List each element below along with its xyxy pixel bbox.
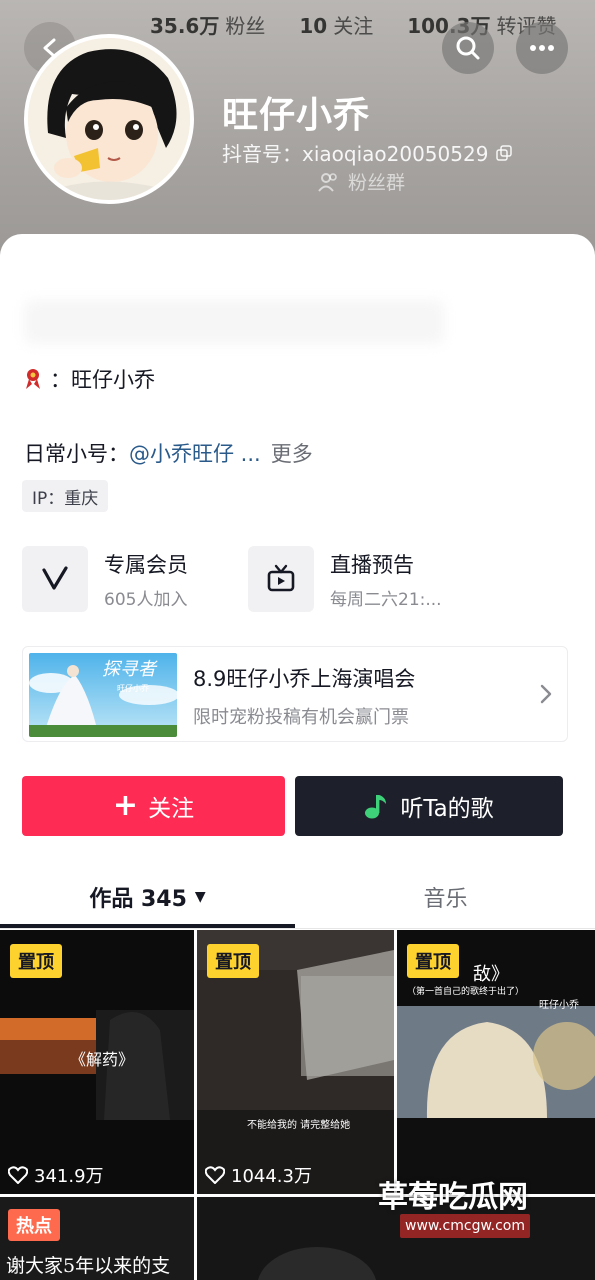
tab-divider bbox=[0, 928, 595, 929]
concert-poster: 探寻者 旺仔小乔 bbox=[29, 653, 177, 737]
bio-line-2: 日常小号：@小乔旺仔 ... 更多 bbox=[24, 438, 313, 468]
service-live[interactable]: 直播预告 每周二六21:... bbox=[248, 546, 442, 612]
douyin-id[interactable]: 抖音号：xiaoqiao20050529 bbox=[222, 138, 513, 167]
more-button[interactable] bbox=[516, 22, 568, 74]
pinned-badge: 置顶 bbox=[10, 944, 62, 978]
search-icon bbox=[456, 36, 480, 60]
heart-icon bbox=[205, 1166, 225, 1184]
listen-label: 听Ta的歌 bbox=[400, 796, 494, 822]
mention-link[interactable]: @小乔旺仔 ... bbox=[129, 442, 261, 466]
stat-following[interactable]: 10 关注 bbox=[299, 10, 373, 39]
service-vip[interactable]: 专属会员 605人加入 bbox=[22, 546, 188, 612]
follow-button[interactable]: + 关注 bbox=[22, 776, 285, 836]
service-live-title: 直播预告 bbox=[330, 552, 414, 577]
concert-title: 8.9旺仔小乔上海演唱会 bbox=[193, 667, 416, 691]
heart-icon bbox=[8, 1166, 28, 1184]
tab-music[interactable]: 音乐 bbox=[298, 866, 593, 928]
bio-line-1: ：旺仔小乔 bbox=[24, 364, 155, 394]
ip-location-tag: IP：重庆 bbox=[22, 480, 109, 512]
avatar-cartoon-girl bbox=[28, 38, 190, 200]
copy-icon[interactable] bbox=[496, 144, 513, 161]
caret-down-icon: ▼ bbox=[194, 889, 206, 905]
v-icon bbox=[42, 566, 68, 590]
bio-line-2-prefix: 日常小号： bbox=[24, 442, 129, 466]
service-vip-title: 专属会员 bbox=[104, 552, 188, 577]
users-icon bbox=[318, 172, 337, 192]
listen-songs-button[interactable]: 听Ta的歌 bbox=[295, 776, 563, 836]
video-caption: 敌》 bbox=[473, 964, 509, 985]
chevron-right-icon bbox=[540, 684, 552, 704]
concert-card[interactable]: 探寻者 旺仔小乔 8.9旺仔小乔上海演唱会 限时宠粉投稿有机会赢门票 bbox=[22, 646, 568, 742]
profile-stats: 35.6万粉丝 10关注 100.3万转评赞 bbox=[150, 10, 556, 39]
bio-more-link[interactable]: 更多 bbox=[271, 442, 313, 466]
video-thumb[interactable]: 置顶 敌》 （第一首自己的歌终于出了） 旺仔小乔 bbox=[397, 930, 595, 1194]
concert-subtitle: 限时宠粉投稿有机会赢门票 bbox=[193, 707, 409, 728]
video-thumb[interactable]: 置顶 《解药》 341.9万 bbox=[0, 930, 194, 1194]
pinned-badge: 置顶 bbox=[207, 944, 259, 978]
tv-icon bbox=[267, 564, 295, 592]
more-dots-icon bbox=[530, 45, 554, 51]
service-vip-sub: 605人加入 bbox=[104, 589, 188, 610]
vip-icon-box bbox=[22, 546, 88, 612]
like-count: 341.9万 bbox=[8, 1162, 104, 1188]
fans-group-link[interactable]: 粉丝群 bbox=[318, 168, 405, 195]
video-caption-sub: （第一首自己的歌终于出了） bbox=[407, 987, 525, 997]
video-caption: 不能给我的 请完整给她 bbox=[247, 1120, 351, 1131]
video-thumb[interactable]: 热点 谢大家5年以来的支 bbox=[0, 1197, 194, 1280]
live-icon-box bbox=[248, 546, 314, 612]
tab-music-label: 音乐 bbox=[423, 887, 468, 912]
tab-works-label: 作品 345 bbox=[89, 887, 187, 912]
douyin-id-text: 抖音号：xiaoqiao20050529 bbox=[222, 142, 489, 166]
content-tabs: 作品 345 ▼ 音乐 bbox=[0, 866, 595, 928]
nickname: 旺仔小乔 bbox=[222, 95, 371, 136]
video-caption-author: 旺仔小乔 bbox=[539, 1000, 579, 1011]
site-watermark-url: www.cmcgw.com bbox=[400, 1214, 530, 1238]
plus-icon: + bbox=[112, 788, 139, 823]
site-watermark: 草莓吃瓜网 bbox=[378, 1180, 528, 1215]
poster-sub: 旺仔小乔 bbox=[117, 683, 149, 693]
blurred-text bbox=[24, 300, 444, 344]
like-count: 1044.3万 bbox=[205, 1162, 312, 1188]
search-button[interactable] bbox=[442, 22, 494, 74]
like-count-value: 1044.3万 bbox=[231, 1166, 312, 1187]
ribbon-icon bbox=[26, 369, 40, 389]
profile-header: 35.6万粉丝 10关注 100.3万转评赞 bbox=[0, 0, 595, 260]
video-thumb[interactable]: 置顶 不能给我的 请完整给她 1044.3万 bbox=[197, 930, 394, 1194]
avatar[interactable] bbox=[24, 34, 194, 204]
concert-poster-art: 探寻者 旺仔小乔 bbox=[29, 653, 177, 737]
follow-label: 关注 bbox=[148, 796, 195, 822]
stat-fans[interactable]: 35.6万 粉丝 bbox=[150, 10, 265, 39]
fans-group-label: 粉丝群 bbox=[348, 172, 406, 194]
bio-line-1-text: ：旺仔小乔 bbox=[50, 368, 155, 392]
hot-badge: 热点 bbox=[8, 1209, 60, 1241]
music-note-icon bbox=[365, 795, 387, 819]
like-count-value: 341.9万 bbox=[34, 1166, 104, 1187]
video-caption: 谢大家5年以来的支 bbox=[6, 1255, 171, 1277]
service-live-sub: 每周二六21:... bbox=[330, 589, 442, 610]
tab-works[interactable]: 作品 345 ▼ bbox=[0, 866, 295, 928]
poster-title: 探寻者 bbox=[102, 659, 158, 679]
video-caption: 《解药》 bbox=[70, 1050, 135, 1069]
pinned-badge: 置顶 bbox=[407, 944, 459, 978]
